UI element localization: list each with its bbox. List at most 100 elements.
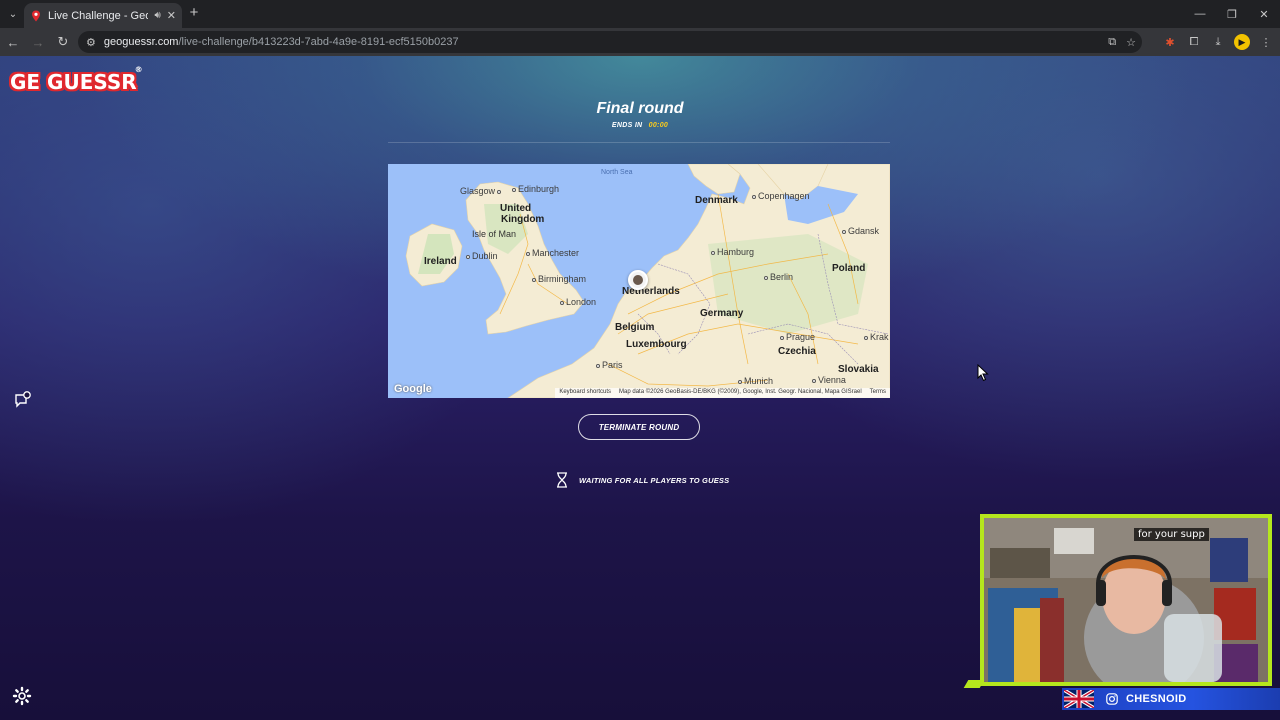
city-dot xyxy=(711,250,715,255)
map-label-germany: Germany xyxy=(700,308,744,319)
profile-avatar-icon[interactable]: ▶ xyxy=(1234,34,1250,50)
instagram-icon xyxy=(1106,693,1118,705)
bookmark-star-icon[interactable]: ☆ xyxy=(1126,36,1136,49)
streamer-name-bar: CHESNOID xyxy=(1062,688,1280,710)
map-city-dublin: Dublin xyxy=(466,251,498,261)
waiting-text: WAITING FOR ALL PLAYERS TO GUESS xyxy=(579,475,730,485)
geoguessr-page: GE GUESSR ® Final round ENDS IN 00:00 No… xyxy=(0,56,1280,720)
browser-tabstrip: ⌄ Live Challenge - GeoGuessr 🔊︎ ✕ + — ❐ … xyxy=(0,0,1280,28)
city-dot xyxy=(596,363,600,368)
webcam-frame-accent xyxy=(963,680,985,688)
ends-in-label: ENDS IN xyxy=(611,122,643,129)
map-attribution: Keyboard shortcuts Map data ©2026 GeoBas… xyxy=(555,388,890,398)
city-name: Vienna xyxy=(818,375,846,385)
back-icon[interactable]: ← xyxy=(1,30,25,54)
city-dot xyxy=(526,251,530,256)
city-name: Berlin xyxy=(770,272,794,282)
map-city-krakow: Krak xyxy=(864,332,889,342)
map-city-prague: Prague xyxy=(780,332,815,342)
map-label-luxembourg: Luxembourg xyxy=(626,339,687,350)
city-name: Dublin xyxy=(472,251,498,261)
browser-tab[interactable]: Live Challenge - GeoGuessr 🔊︎ ✕ xyxy=(24,3,182,28)
city-name: London xyxy=(566,297,597,307)
round-title: Final round xyxy=(596,100,684,117)
map-city-gdansk: Gdansk xyxy=(842,226,879,236)
tab-search-icon[interactable]: ⌄ xyxy=(2,3,24,25)
extension-red-icon[interactable]: ✱ xyxy=(1162,34,1178,50)
logo-registered-mark: ® xyxy=(134,65,143,74)
map-label-ireland: Ireland xyxy=(424,256,457,267)
reload-icon[interactable]: ↻ xyxy=(51,30,75,54)
address-bar[interactable]: ⚙ geoguessr.com /live-challenge/b413223d… xyxy=(78,31,1142,53)
map-label-isle-of-man: Isle of Man xyxy=(472,229,517,239)
map-label-belgium: Belgium xyxy=(615,322,655,333)
map-city-glasgow: Glasgow xyxy=(460,186,503,196)
map-data-credit: Map data ©2026 GeoBasis-DE/BKG (©2009), … xyxy=(619,389,862,395)
city-dot xyxy=(752,194,756,199)
extensions-puzzle-icon[interactable]: ⧠ xyxy=(1186,34,1202,50)
city-name: Edinburgh xyxy=(518,184,560,194)
city-name: Prague xyxy=(786,332,816,342)
url-host: geoguessr.com xyxy=(103,36,179,48)
site-info-icon[interactable]: ⚙ xyxy=(86,36,96,49)
map-label-uk-2: Kingdom xyxy=(501,214,545,225)
map-city-london: London xyxy=(560,297,596,307)
map-city-birmingham: Birmingham xyxy=(532,274,586,284)
terms-link[interactable]: Terms xyxy=(870,389,886,397)
geoguessr-favicon-icon xyxy=(32,10,40,21)
map-label-uk-1: United xyxy=(500,203,532,214)
city-name: Paris xyxy=(602,360,623,370)
city-name: Manchester xyxy=(532,248,580,258)
tab-title: Live Challenge - GeoGuessr xyxy=(48,9,149,22)
city-dot xyxy=(560,300,564,305)
map-city-vienna: Vienna xyxy=(812,375,846,385)
webcam-caption: for your supp xyxy=(1134,528,1209,541)
new-tab-icon[interactable]: + xyxy=(186,5,202,21)
guess-map[interactable]: North Sea United Kingdom Ireland Denmark… xyxy=(388,164,890,398)
minimize-icon[interactable]: — xyxy=(1184,0,1216,28)
terminate-round-button[interactable]: TERMINATE ROUND xyxy=(578,414,700,440)
streamer-name: CHESNOID xyxy=(1126,693,1187,705)
city-dot xyxy=(812,378,816,383)
map-city-munich: Munich xyxy=(738,376,773,386)
restore-icon[interactable]: ❐ xyxy=(1216,0,1248,28)
map-label-czechia: Czechia xyxy=(778,346,816,357)
city-name: Glasgow xyxy=(460,186,496,196)
chat-icon[interactable] xyxy=(12,390,32,410)
speaker-icon[interactable]: 🔊︎ xyxy=(154,10,160,21)
map-city-manchester: Manchester xyxy=(526,248,579,258)
waiting-status: WAITING FOR ALL PLAYERS TO GUESS xyxy=(555,470,729,490)
map-label-sea: North Sea xyxy=(601,169,633,176)
url-path: /live-challenge/b413223d-7abd-4a9e-8191-… xyxy=(178,36,459,48)
keyboard-shortcuts-link[interactable]: Keyboard shortcuts xyxy=(559,389,611,397)
city-name: Gdansk xyxy=(848,226,880,236)
close-tab-icon[interactable]: ✕ xyxy=(167,9,176,22)
mouse-cursor-icon xyxy=(977,364,989,382)
countdown-time: 00:00 xyxy=(648,122,669,129)
download-icon[interactable]: ⤓ xyxy=(1210,34,1226,50)
round-timer: ENDS IN 00:00 xyxy=(540,122,740,129)
webcam-scene xyxy=(984,518,1268,682)
google-logo: Google xyxy=(394,383,432,395)
city-name: Munich xyxy=(744,376,774,386)
settings-gear-icon[interactable] xyxy=(12,686,32,706)
city-dot xyxy=(864,335,868,340)
player-guess-marker[interactable] xyxy=(628,270,648,290)
map-city-paris: Paris xyxy=(596,360,623,370)
webcam-overlay: for your supp xyxy=(980,514,1272,686)
forward-icon[interactable]: → xyxy=(26,30,50,54)
city-dot xyxy=(497,189,502,194)
install-app-icon[interactable]: ⧉ xyxy=(1108,36,1116,49)
logo-text: GE GUESSR xyxy=(10,70,137,94)
city-dot xyxy=(842,229,846,234)
map-city-hamburg: Hamburg xyxy=(711,247,754,257)
map-city-edinburgh: Edinburgh xyxy=(512,184,559,194)
close-window-icon[interactable]: ✕ xyxy=(1248,0,1280,28)
browser-menu-icon[interactable]: ⋮ xyxy=(1258,34,1274,50)
geoguessr-logo[interactable]: GE GUESSR ® xyxy=(10,65,143,95)
browser-toolbar: ← → ↻ ⚙ geoguessr.com /live-challenge/b4… xyxy=(0,28,1280,56)
city-name: Krak xyxy=(870,332,889,342)
player-avatar xyxy=(633,275,643,285)
city-dot xyxy=(764,275,768,280)
city-name: Birmingham xyxy=(538,274,587,284)
